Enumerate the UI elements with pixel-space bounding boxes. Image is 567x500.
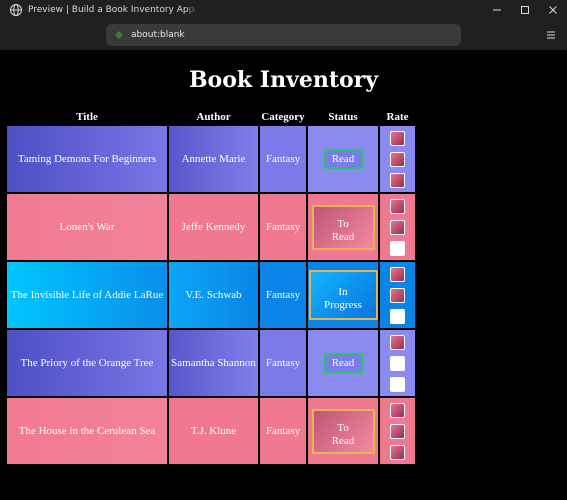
rate-cell bbox=[380, 398, 415, 464]
rating-checkbox[interactable] bbox=[390, 376, 405, 392]
table-row: The House in the Cerulean Sea T.J. Klune… bbox=[7, 398, 415, 464]
rate-cell bbox=[380, 194, 415, 260]
book-author: Samantha Shannon bbox=[169, 330, 258, 396]
table-row: Lonen's War Jeffe Kennedy Fantasy To Read bbox=[7, 194, 415, 260]
rate-cell bbox=[380, 330, 415, 396]
status-button[interactable]: To Read bbox=[311, 408, 375, 454]
window-titlebar: Preview | Build a Book Inventory App bbox=[0, 0, 567, 20]
book-category: Fantasy bbox=[260, 398, 306, 464]
address-bar[interactable]: about:blank bbox=[106, 24, 461, 46]
book-author: T.J. Klune bbox=[169, 398, 258, 464]
rating-checkbox[interactable] bbox=[390, 240, 405, 256]
book-author: Annette Marie bbox=[169, 126, 258, 192]
address-url[interactable]: about:blank bbox=[131, 30, 185, 40]
book-category: Fantasy bbox=[260, 126, 306, 192]
header-rate: Rate bbox=[386, 110, 409, 123]
status-cell: In Progress bbox=[308, 262, 378, 328]
rating-checkbox[interactable] bbox=[390, 287, 405, 303]
minimize-button[interactable] bbox=[483, 0, 511, 20]
menu-icon[interactable] bbox=[546, 30, 556, 40]
book-title: The Invisible Life of Addie LaRue bbox=[7, 262, 167, 328]
status-button[interactable]: In Progress bbox=[308, 270, 378, 320]
book-category: Fantasy bbox=[260, 194, 306, 260]
status-cell: To Read bbox=[308, 398, 378, 464]
inventory-table: Title Author Category Status Rate Taming… bbox=[5, 107, 417, 466]
book-title: The Priory of the Orange Tree bbox=[7, 330, 167, 396]
header-title: Title bbox=[76, 110, 98, 123]
rating-checkbox[interactable] bbox=[390, 423, 405, 439]
book-title: Taming Demons For Beginners bbox=[7, 126, 167, 192]
book-title: Lonen's War bbox=[7, 194, 167, 260]
rating-checkbox[interactable] bbox=[390, 402, 405, 418]
rating-checkbox[interactable] bbox=[390, 151, 405, 167]
status-cell: Read bbox=[308, 330, 378, 396]
header-status: Status bbox=[328, 110, 358, 123]
table-header-row: Title Author Category Status Rate bbox=[7, 109, 415, 124]
rating-checkbox[interactable] bbox=[390, 219, 405, 235]
status-cell: To Read bbox=[308, 194, 378, 260]
status-cell: Read bbox=[308, 126, 378, 192]
page-icon bbox=[115, 31, 123, 39]
rating-checkbox[interactable] bbox=[390, 334, 405, 350]
close-icon bbox=[549, 6, 557, 14]
page-title: Book Inventory bbox=[188, 67, 379, 93]
header-category: Category bbox=[261, 110, 305, 123]
rate-cell bbox=[380, 126, 415, 192]
book-title: The House in the Cerulean Sea bbox=[7, 398, 167, 464]
rating-checkbox[interactable] bbox=[390, 444, 405, 460]
status-button[interactable]: To Read bbox=[311, 204, 375, 250]
rating-checkbox[interactable] bbox=[390, 198, 405, 214]
maximize-button[interactable] bbox=[511, 0, 539, 20]
rating-checkbox[interactable] bbox=[390, 266, 405, 282]
maximize-icon bbox=[521, 6, 529, 14]
book-category: Fantasy bbox=[260, 262, 306, 328]
header-author: Author bbox=[196, 110, 231, 123]
close-button[interactable] bbox=[539, 0, 567, 20]
status-button[interactable]: Read bbox=[323, 353, 363, 373]
rating-checkbox[interactable] bbox=[390, 172, 405, 188]
table-row: The Invisible Life of Addie LaRue V.E. S… bbox=[7, 262, 415, 328]
rating-checkbox[interactable] bbox=[390, 130, 405, 146]
globe-icon bbox=[10, 4, 22, 16]
page-content: Book Inventory Title Author Category Sta… bbox=[0, 50, 567, 500]
rating-checkbox[interactable] bbox=[390, 308, 405, 324]
book-author: V.E. Schwab bbox=[169, 262, 258, 328]
book-category: Fantasy bbox=[260, 330, 306, 396]
window-title: Preview | Build a Book Inventory App bbox=[28, 5, 195, 15]
book-author: Jeffe Kennedy bbox=[169, 194, 258, 260]
table-row: Taming Demons For Beginners Annette Mari… bbox=[7, 126, 415, 192]
status-button[interactable]: Read bbox=[323, 149, 363, 169]
minimize-icon bbox=[493, 9, 501, 11]
table-row: The Priory of the Orange Tree Samantha S… bbox=[7, 330, 415, 396]
rate-cell bbox=[380, 262, 415, 328]
rating-checkbox[interactable] bbox=[390, 355, 405, 371]
browser-toolbar: about:blank bbox=[0, 20, 567, 50]
